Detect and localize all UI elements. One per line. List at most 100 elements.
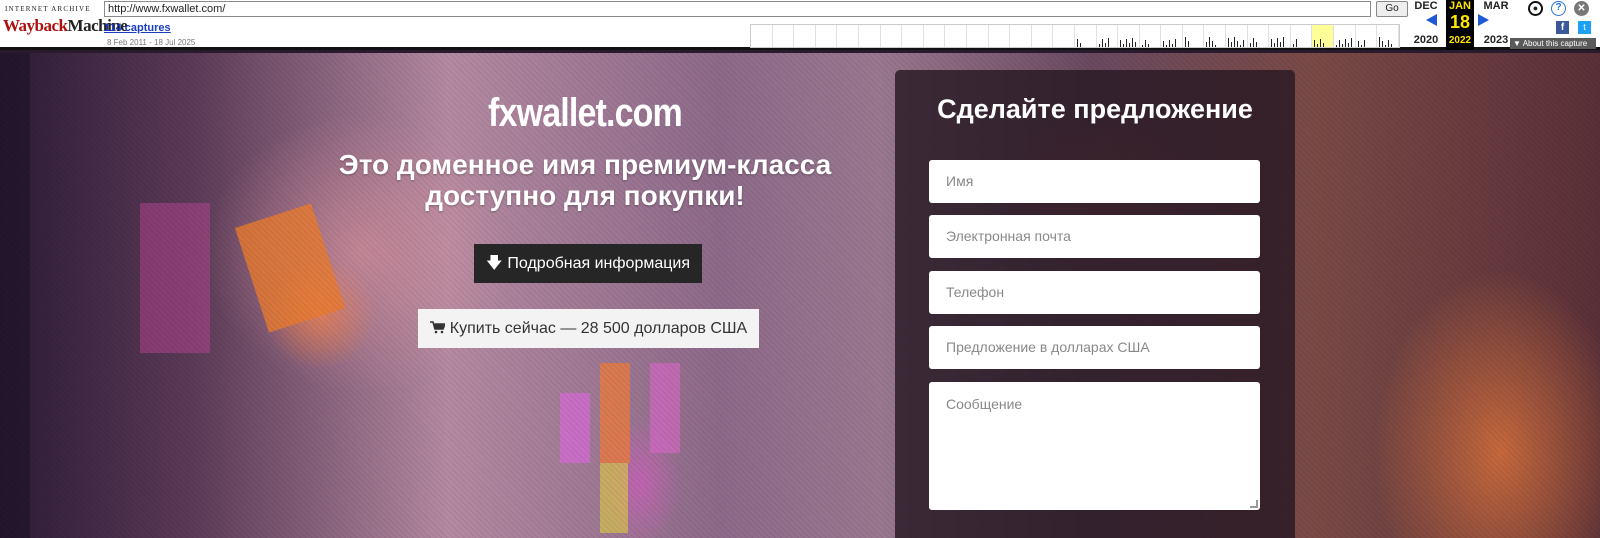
offer-form-title: Сделайте предложение bbox=[937, 94, 1253, 124]
close-icon[interactable]: ✕ bbox=[1574, 1, 1589, 16]
sparkline-bar bbox=[1249, 43, 1251, 47]
sparkline-bar bbox=[1280, 42, 1282, 47]
sparkline-bar bbox=[1234, 37, 1236, 47]
sparkline-bar bbox=[1126, 39, 1128, 47]
hero-content: fxwallet.com Это доменное имя премиум-кл… bbox=[300, 53, 870, 538]
sparkline-bar bbox=[1076, 39, 1078, 47]
arrow-down-icon: 🡇 bbox=[485, 255, 503, 272]
wayback-current-capture: JAN 18 2022 bbox=[1446, 0, 1474, 50]
wayback-prev-year: 2020 bbox=[1413, 34, 1439, 46]
hero-section: fxwallet.com Это доменное имя премиум-кл… bbox=[0, 53, 1600, 538]
sparkline-bar bbox=[1271, 39, 1273, 47]
sparkline-year-cell[interactable] bbox=[1140, 25, 1162, 47]
sparkline-year-cell[interactable] bbox=[924, 25, 946, 47]
sparkline-year-cell[interactable] bbox=[1118, 25, 1140, 47]
sparkline-year-cell[interactable] bbox=[1010, 25, 1032, 47]
message-field[interactable]: Сообщение bbox=[929, 382, 1260, 510]
sparkline-year-cell[interactable] bbox=[1053, 25, 1075, 47]
sparkline-bar bbox=[1277, 38, 1279, 47]
sparkline-year-cell[interactable] bbox=[1075, 25, 1097, 47]
sparkline-bar bbox=[1135, 42, 1137, 47]
wayback-date-range: 8 Feb 2011 - 18 Jul 2025 bbox=[107, 38, 196, 47]
wayback-about-capture[interactable]: ▼ About this capture bbox=[1510, 38, 1596, 49]
sparkline-bar bbox=[1147, 44, 1149, 47]
sparkline-year-cell[interactable] bbox=[794, 25, 816, 47]
sparkline-bar bbox=[1141, 45, 1143, 47]
sparkline-bar bbox=[1231, 42, 1233, 47]
twitter-icon[interactable]: t bbox=[1578, 21, 1591, 34]
sparkline-bar bbox=[1123, 44, 1125, 47]
sparkline-bar bbox=[1107, 38, 1109, 47]
phone-field[interactable]: Телефон bbox=[929, 271, 1260, 314]
sparkline-year-cell[interactable] bbox=[967, 25, 989, 47]
sparkline-year-cell[interactable] bbox=[1248, 25, 1270, 47]
wayback-logo[interactable]: INTERNET ARCHIVE WaybackMachine bbox=[3, 3, 128, 47]
sparkline-year-cell[interactable] bbox=[902, 25, 924, 47]
wayback-current-day: 18 bbox=[1449, 12, 1471, 32]
sparkline-bar bbox=[1379, 37, 1381, 47]
sparkline-bar bbox=[1252, 38, 1254, 47]
resize-handle-icon[interactable] bbox=[1250, 500, 1258, 508]
offer-amount-field[interactable]: Предложение в долларах США bbox=[929, 326, 1260, 369]
sparkline-bar bbox=[1098, 44, 1100, 47]
more-info-button[interactable]: 🡇 Подробная информация bbox=[474, 244, 702, 283]
wayback-prev-month: DEC bbox=[1414, 0, 1438, 12]
domain-title: fxwallet.com bbox=[488, 91, 683, 135]
wayback-next-month: MAR bbox=[1483, 0, 1509, 12]
sparkline-year-cell[interactable] bbox=[859, 25, 881, 47]
wayback-captures-link[interactable]: 114 captures bbox=[104, 22, 171, 34]
sparkline-year-cell[interactable] bbox=[1097, 25, 1119, 47]
sparkline-year-cell[interactable] bbox=[1269, 25, 1291, 47]
cart-icon bbox=[429, 309, 446, 348]
sparkline-bar bbox=[1175, 39, 1177, 47]
sparkline-bar bbox=[1187, 41, 1189, 47]
sparkline-year-cell[interactable] bbox=[945, 25, 967, 47]
sparkline-year-cell[interactable] bbox=[1312, 25, 1335, 47]
sparkline-bar bbox=[1172, 44, 1174, 47]
sparkline-year-cell[interactable] bbox=[989, 25, 1011, 47]
help-icon[interactable]: ? bbox=[1551, 1, 1566, 16]
sparkline-year-cell[interactable] bbox=[751, 25, 773, 47]
sparkline-year-cell[interactable] bbox=[1334, 25, 1356, 47]
user-icon[interactable]: ● bbox=[1528, 1, 1543, 16]
sparkline-year-cell[interactable] bbox=[1377, 25, 1399, 47]
wayback-url-input[interactable]: http://www.fxwallet.com/ bbox=[104, 1, 1371, 17]
sparkline-year-cell[interactable] bbox=[1032, 25, 1054, 47]
wayback-sparkline[interactable] bbox=[750, 24, 1400, 48]
sparkline-bar bbox=[1388, 40, 1390, 47]
chevron-left-icon[interactable] bbox=[1426, 14, 1437, 26]
buy-now-button[interactable]: Купить сейчас — 28 500 долларов США bbox=[418, 309, 759, 348]
sparkline-year-cell[interactable] bbox=[1204, 25, 1227, 47]
sparkline-bar bbox=[1339, 40, 1341, 47]
background-photo-note bbox=[140, 203, 210, 353]
facebook-icon[interactable]: f bbox=[1556, 21, 1569, 34]
sparkline-bar bbox=[1243, 40, 1245, 47]
sparkline-bar bbox=[1163, 41, 1165, 47]
tagline: Это доменное имя премиум-класса доступно… bbox=[338, 149, 832, 211]
sparkline-year-cell[interactable] bbox=[773, 25, 795, 47]
wayback-go-button[interactable]: Go bbox=[1376, 1, 1408, 17]
sparkline-year-cell[interactable] bbox=[1161, 25, 1183, 47]
sparkline-bar bbox=[1166, 45, 1168, 47]
name-field[interactable]: Имя bbox=[929, 160, 1260, 203]
sparkline-bar bbox=[1317, 44, 1319, 47]
sparkline-bar bbox=[1274, 43, 1276, 47]
sparkline-bar bbox=[1169, 40, 1171, 47]
wayback-current-year: 2022 bbox=[1448, 35, 1472, 46]
sparkline-year-cell[interactable] bbox=[1356, 25, 1378, 47]
sparkline-year-cell[interactable] bbox=[881, 25, 903, 47]
sparkline-year-cell[interactable] bbox=[1226, 25, 1248, 47]
sparkline-bar bbox=[1079, 43, 1081, 47]
wayback-logo-main-a: Wayback bbox=[3, 16, 68, 35]
sparkline-year-cell[interactable] bbox=[837, 25, 859, 47]
sparkline-bar bbox=[1209, 37, 1211, 47]
message-placeholder: Сообщение bbox=[946, 396, 1023, 412]
email-field[interactable]: Электронная почта bbox=[929, 215, 1260, 258]
sparkline-year-cell[interactable] bbox=[1291, 25, 1313, 47]
sparkline-bar bbox=[1351, 38, 1353, 47]
sparkline-year-cell[interactable] bbox=[816, 25, 838, 47]
sparkline-bar bbox=[1363, 40, 1365, 47]
sparkline-bar bbox=[1283, 37, 1285, 47]
wayback-current-month: JAN bbox=[1448, 0, 1471, 12]
sparkline-year-cell[interactable] bbox=[1183, 25, 1205, 47]
